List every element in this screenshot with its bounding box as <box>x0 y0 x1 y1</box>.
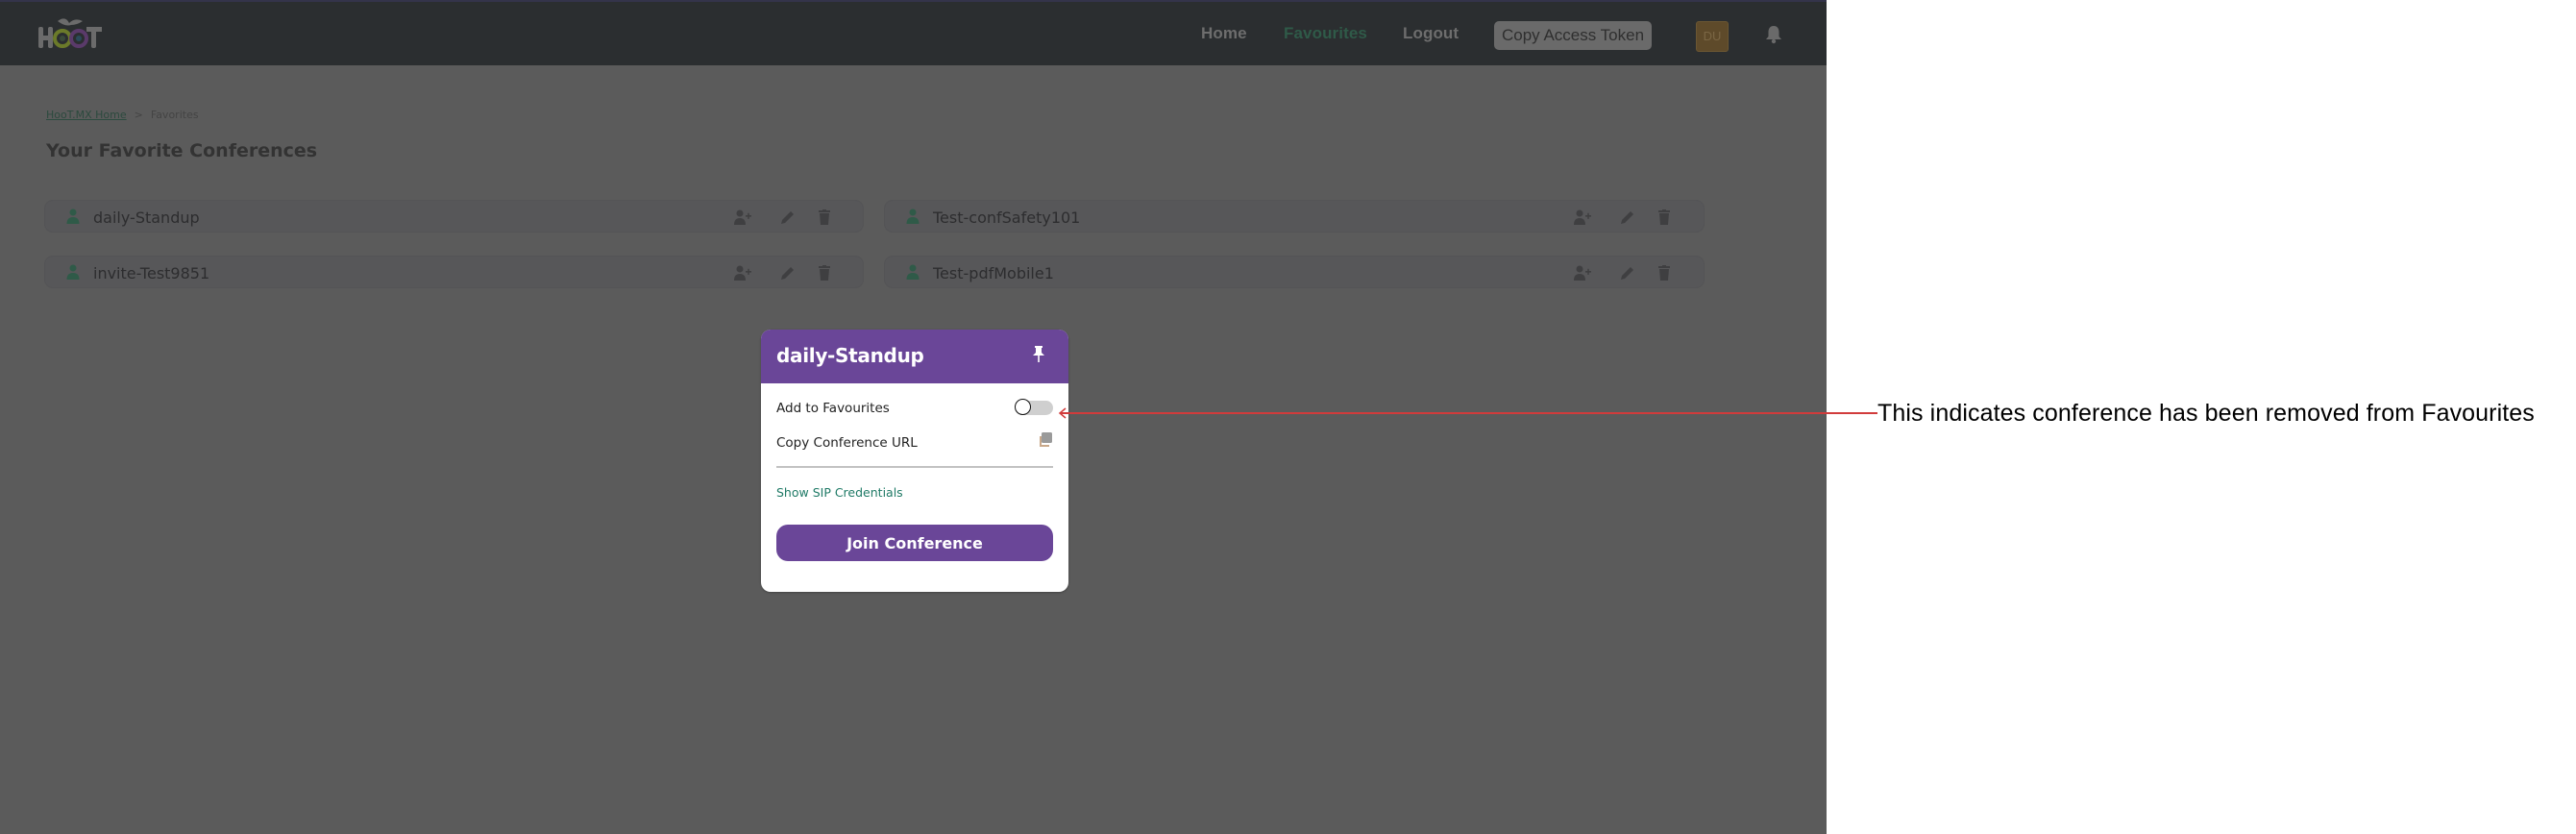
trash-icon[interactable] <box>816 209 833 225</box>
annotation-text: This indicates conference has been remov… <box>1877 400 2535 427</box>
favourites-toggle[interactable] <box>1015 399 1053 415</box>
join-conference-button[interactable]: Join Conference <box>776 525 1053 561</box>
breadcrumb-current: Favorites <box>150 109 199 121</box>
modal-divider <box>776 466 1053 468</box>
add-user-icon[interactable] <box>734 265 751 281</box>
copy-url-label: Copy Conference URL <box>776 435 918 451</box>
add-user-icon[interactable] <box>734 209 751 225</box>
hoot-logo[interactable] <box>37 15 104 50</box>
conference-card[interactable]: Test-confSafety101 <box>884 200 1705 233</box>
favourites-label: Add to Favourites <box>776 401 890 416</box>
edit-icon[interactable] <box>778 209 796 225</box>
edit-icon[interactable] <box>778 265 796 281</box>
add-user-icon[interactable] <box>1574 265 1591 281</box>
nav-home[interactable]: Home <box>1201 24 1247 43</box>
copy-url-row: Copy Conference URL <box>776 431 1053 454</box>
nav-favourites[interactable]: Favourites <box>1284 24 1367 43</box>
person-icon <box>66 264 80 280</box>
trash-icon[interactable] <box>1656 265 1673 281</box>
edit-icon[interactable] <box>1618 265 1635 281</box>
conference-card[interactable]: daily-Standup <box>44 200 864 233</box>
app-window: Home Favourites Logout Copy Access Token… <box>0 0 1827 834</box>
conference-name: invite-Test9851 <box>93 264 210 282</box>
person-icon <box>66 208 80 224</box>
conference-name: Test-pdfMobile1 <box>933 264 1054 282</box>
annotation-line <box>1061 412 1877 414</box>
copy-access-token-button[interactable]: Copy Access Token <box>1494 21 1653 50</box>
conference-name: Test-confSafety101 <box>933 208 1081 227</box>
modal-header: daily-Standup <box>761 330 1068 383</box>
modal-title: daily-Standup <box>776 344 924 367</box>
nav-logout[interactable]: Logout <box>1403 24 1459 43</box>
breadcrumb: HooT.MX Home > Favorites <box>46 109 199 121</box>
conference-modal: daily-Standup Add to Favourites Copy Con… <box>761 330 1068 592</box>
user-avatar[interactable]: DU <box>1696 21 1729 52</box>
person-icon <box>906 208 920 224</box>
copy-icon[interactable] <box>1036 431 1053 449</box>
conference-card[interactable]: Test-pdfMobile1 <box>884 256 1705 288</box>
add-user-icon[interactable] <box>1574 209 1591 225</box>
conference-card[interactable]: invite-Test9851 <box>44 256 864 288</box>
edit-icon[interactable] <box>1618 209 1635 225</box>
pin-icon[interactable] <box>1032 346 1045 363</box>
trash-icon[interactable] <box>1656 209 1673 225</box>
conference-name: daily-Standup <box>93 208 200 227</box>
trash-icon[interactable] <box>816 265 833 281</box>
person-icon <box>906 264 920 280</box>
top-navbar: Home Favourites Logout Copy Access Token… <box>0 0 1827 65</box>
show-sip-credentials-link[interactable]: Show SIP Credentials <box>776 485 903 500</box>
page-title: Your Favorite Conferences <box>46 140 318 161</box>
breadcrumb-home-link[interactable]: HooT.MX Home <box>46 109 127 121</box>
breadcrumb-separator: > <box>134 109 143 121</box>
bell-icon[interactable] <box>1765 25 1782 44</box>
toggle-knob <box>1015 399 1031 415</box>
favourites-row: Add to Favourites <box>776 397 1053 420</box>
